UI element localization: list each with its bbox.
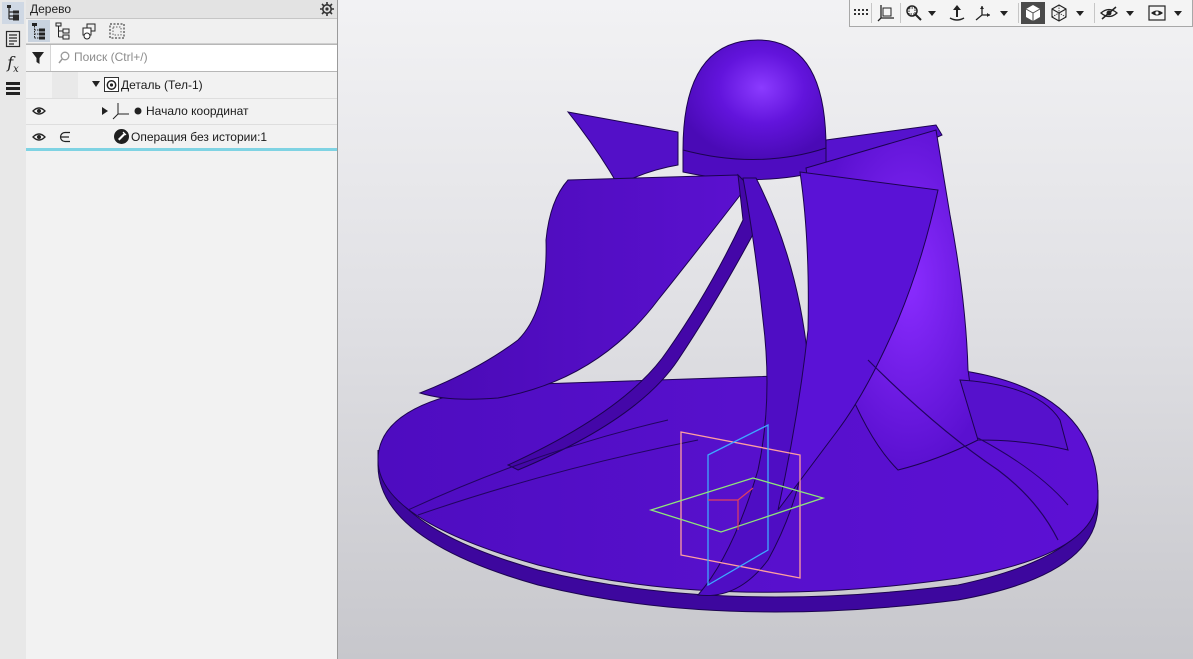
variables-panel-button[interactable]: fx — [2, 54, 24, 76]
wireframe-mode-button[interactable] — [1048, 2, 1070, 24]
tree-row-label: Деталь (Тел-1) — [121, 78, 203, 92]
tree-select-button[interactable] — [106, 20, 128, 42]
tree-row-origin[interactable]: Начало координат — [26, 98, 337, 125]
tree-history-button[interactable] — [52, 20, 74, 42]
tree-icon — [7, 5, 19, 21]
tree-row-operation[interactable]: Операция без истории:1 — [26, 124, 337, 151]
hide-icon — [1100, 6, 1118, 20]
tree-panel-button[interactable] — [2, 2, 24, 24]
tree-body: Деталь (Тел-1) Начало координат Операция… — [26, 72, 337, 659]
element-of-icon — [59, 131, 70, 143]
expand-down-icon[interactable] — [92, 80, 100, 88]
wireframe-icon — [1051, 4, 1067, 22]
panel-header: Дерево — [26, 0, 337, 19]
tree-structure-button[interactable] — [28, 20, 50, 42]
search-icon — [58, 51, 70, 64]
visibility-cell — [26, 72, 52, 98]
layers-icon — [6, 82, 20, 95]
axes-icon — [975, 6, 990, 21]
tree-links-button[interactable] — [78, 20, 100, 42]
orientation-button[interactable] — [874, 2, 898, 24]
orientation-icon — [877, 5, 894, 22]
search-row — [26, 44, 337, 72]
chevron-down-icon — [1000, 10, 1008, 16]
tree-row-label: Операция без истории:1 — [131, 130, 268, 144]
filter-icon — [32, 52, 44, 64]
tree-structure-icon — [32, 23, 45, 40]
zoom-icon — [906, 5, 922, 21]
axes-dropdown[interactable] — [998, 2, 1010, 24]
left-rail: fx — [0, 0, 27, 659]
show-button[interactable] — [1146, 2, 1168, 24]
eye-icon — [32, 107, 46, 115]
hide-button[interactable] — [1098, 2, 1120, 24]
selection-indicator — [26, 148, 337, 151]
show-dropdown[interactable] — [1172, 2, 1184, 24]
search-input[interactable] — [74, 48, 329, 66]
visibility-toggle[interactable] — [26, 98, 52, 124]
solid-body-icon — [114, 129, 129, 144]
expand-right-icon[interactable] — [102, 107, 108, 115]
axes-button[interactable] — [972, 2, 994, 24]
include-toggle[interactable] — [52, 124, 78, 150]
rotate-button[interactable] — [946, 2, 968, 24]
grid-icon — [854, 9, 868, 15]
properties-icon — [5, 30, 21, 48]
chevron-down-icon — [928, 10, 936, 16]
part-icon — [104, 77, 119, 92]
chevron-down-icon — [1126, 10, 1134, 16]
gear-icon[interactable] — [319, 1, 335, 17]
3d-viewport[interactable] — [338, 0, 1193, 659]
rotate-icon — [949, 5, 965, 21]
impeller-model[interactable] — [338, 0, 1193, 659]
shaded-mode-button[interactable] — [1021, 2, 1045, 24]
layers-panel-button[interactable] — [2, 78, 24, 100]
coordinate-system-icon — [112, 103, 129, 120]
visibility-toggle[interactable] — [26, 124, 52, 150]
filter-button[interactable] — [26, 45, 51, 71]
hide-dropdown[interactable] — [1124, 2, 1136, 24]
panel-title: Дерево — [30, 2, 72, 16]
variables-icon: fx — [7, 54, 19, 76]
tree-select-icon — [109, 23, 125, 39]
grid-button[interactable] — [852, 2, 870, 24]
display-mode-dropdown[interactable] — [1074, 2, 1086, 24]
tree-row-label: Начало координат — [146, 104, 249, 118]
tree-row-part[interactable]: Деталь (Тел-1) — [26, 72, 337, 99]
tree-history-icon — [55, 22, 70, 40]
zoom-dropdown[interactable] — [926, 2, 938, 24]
variables-sub: x — [13, 64, 19, 76]
view-toolbar — [849, 0, 1193, 27]
point-icon — [134, 107, 142, 115]
show-icon — [1148, 5, 1166, 21]
include-cell — [52, 72, 78, 98]
tree-links-icon — [82, 23, 96, 40]
eye-icon — [32, 133, 46, 141]
properties-panel-button[interactable] — [2, 28, 24, 50]
tree-panel: Дерево Поиск (Ctrl+/) Деталь (Тел-1) Нач… — [26, 0, 338, 659]
chevron-down-icon — [1076, 10, 1084, 16]
shaded-icon — [1025, 5, 1041, 21]
chevron-down-icon — [1174, 10, 1182, 16]
panel-toolbar — [26, 19, 337, 44]
zoom-button[interactable] — [904, 2, 924, 24]
